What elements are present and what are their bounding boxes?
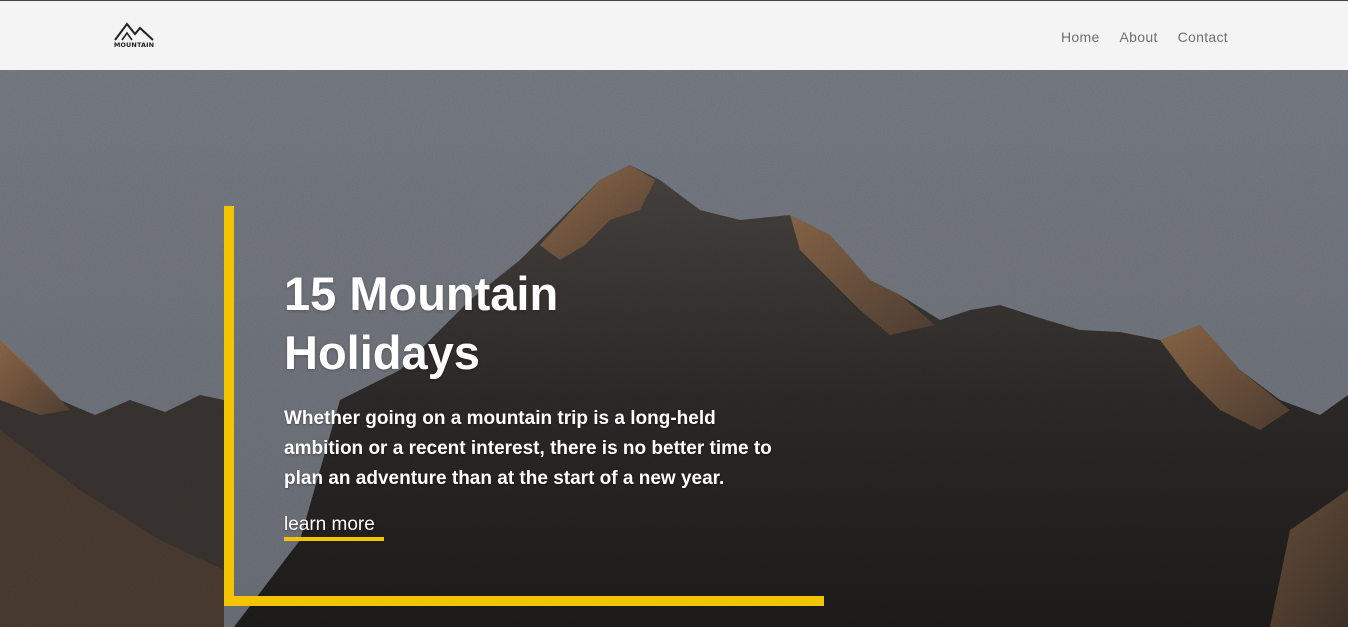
nav-contact-link[interactable]: Contact (1178, 29, 1228, 45)
main-nav: Home About Contact (1061, 29, 1228, 45)
hero-title-line1: 15 Mountain (284, 267, 559, 320)
accent-frame-horizontal (224, 596, 824, 606)
nav-home-link[interactable]: Home (1061, 29, 1100, 45)
hero-title: 15 Mountain Holidays (284, 264, 704, 382)
hero-description: Whether going on a mountain trip is a lo… (284, 408, 772, 489)
hero-title-line2: Holidays (284, 326, 480, 379)
hero-section: 15 Mountain Holidays Whether going on a … (0, 70, 1348, 627)
accent-frame-vertical (224, 206, 234, 606)
site-logo[interactable]: MOUNTAIN (113, 20, 155, 50)
site-header: MOUNTAIN Home About Contact (0, 0, 1348, 70)
landing-page: MOUNTAIN Home About Contact 15 Mountain … (0, 0, 1348, 627)
logo-text: MOUNTAIN (113, 41, 155, 49)
learn-more-underline (284, 537, 384, 541)
mountain-logo-icon (114, 22, 154, 41)
nav-about-link[interactable]: About (1120, 29, 1158, 45)
learn-more-link[interactable]: learn more (284, 514, 375, 536)
